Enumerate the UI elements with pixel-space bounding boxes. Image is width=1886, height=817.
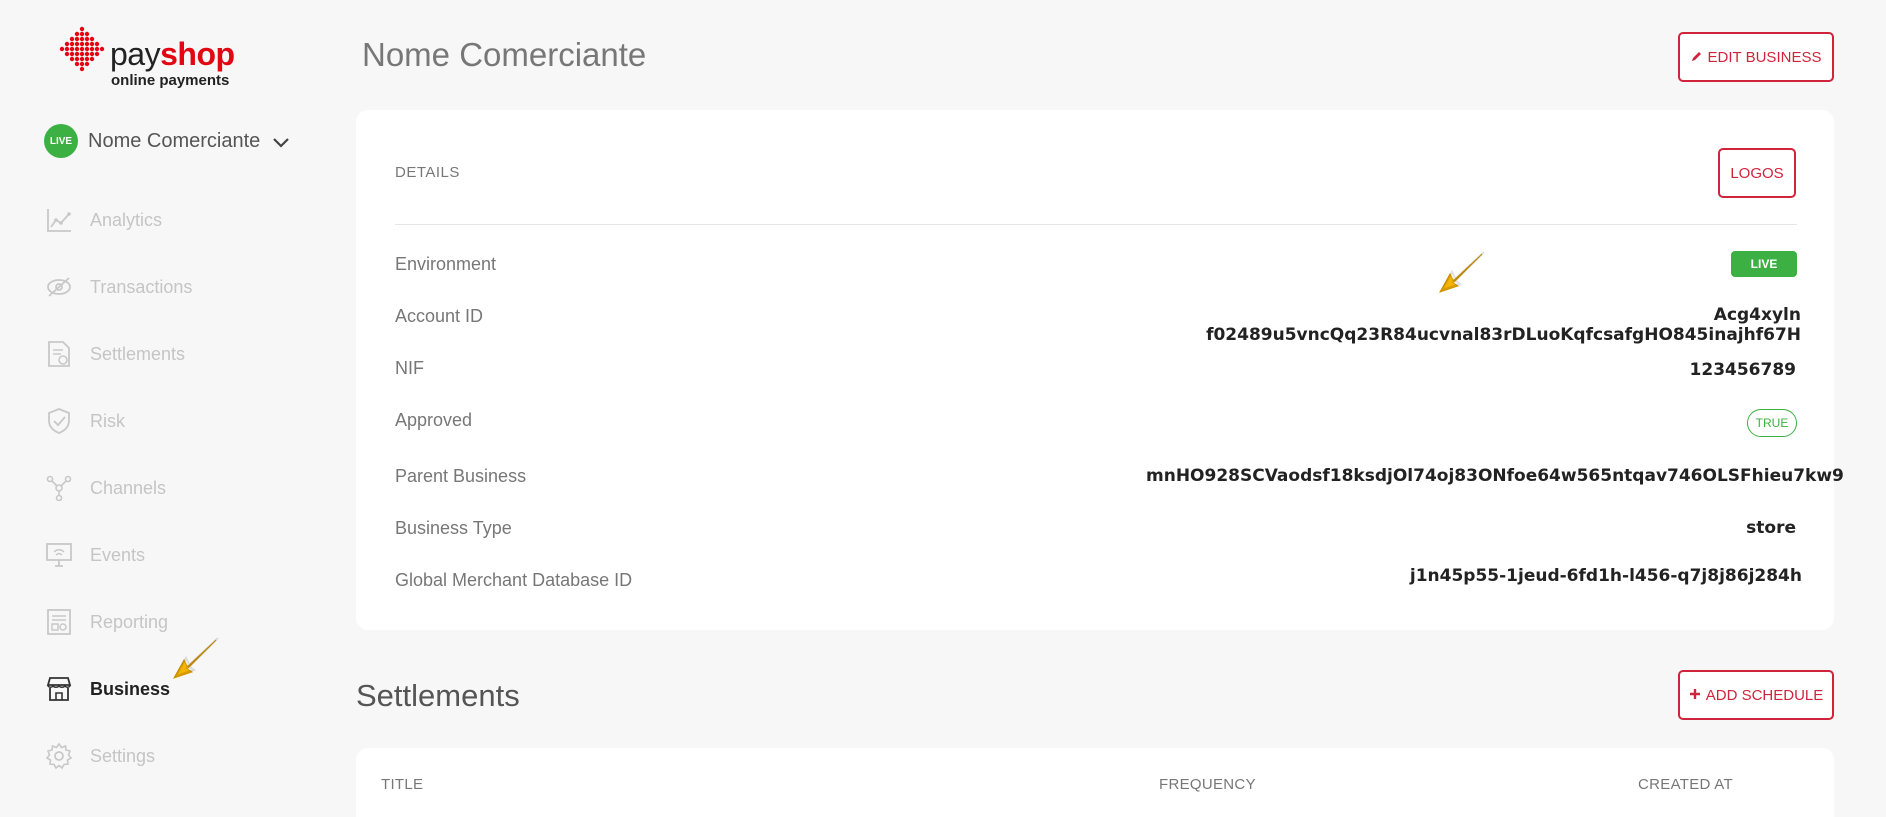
logos-button[interactable]: LOGOS bbox=[1718, 148, 1796, 198]
merchant-name: Nome Comerciante bbox=[88, 129, 261, 152]
approved-true-badge: TRUE bbox=[1747, 409, 1797, 437]
logo-dots-icon bbox=[59, 26, 105, 72]
monitor-icon bbox=[44, 540, 74, 570]
settlements-table: TITLE FREQUENCY CREATED AT bbox=[356, 748, 1834, 817]
sidebar: payshop online payments LIVE Nome Comerc… bbox=[0, 0, 340, 817]
add-schedule-button[interactable]: ADD SCHEDULE bbox=[1678, 670, 1834, 720]
chevron-down-icon bbox=[273, 138, 290, 148]
page-title: Nome Comerciante bbox=[362, 36, 647, 73]
parent-business-value: mnHO928SCVaodsf18ksdjOl74oj83ONfoe64w565… bbox=[1146, 466, 1844, 486]
parent-business-label: Parent Business bbox=[395, 466, 527, 486]
plus-icon bbox=[1689, 687, 1701, 704]
environment-live-badge: LIVE bbox=[1731, 251, 1797, 277]
add-schedule-label: ADD SCHEDULE bbox=[1705, 686, 1824, 704]
column-header-frequency: FREQUENCY bbox=[1159, 776, 1256, 793]
gmd-id-label: Global Merchant Database ID bbox=[395, 570, 633, 590]
sidebar-item-transactions[interactable]: Transactions bbox=[44, 267, 304, 307]
sidebar-item-analytics[interactable]: Analytics bbox=[44, 200, 304, 240]
logo-tagline: online payments bbox=[111, 72, 230, 89]
edit-business-button[interactable]: EDIT BUSINESS bbox=[1678, 32, 1834, 82]
sidebar-item-label: Risk bbox=[90, 410, 125, 431]
business-type-value: store bbox=[1746, 518, 1796, 538]
annotation-arrow-icon bbox=[172, 637, 219, 679]
annotation-arrow-icon bbox=[1438, 251, 1485, 293]
logo-word-shop: shop bbox=[160, 36, 235, 72]
payshop-logo[interactable]: payshop online payments bbox=[58, 26, 238, 92]
column-header-created-at: CREATED AT bbox=[1638, 776, 1733, 793]
sidebar-item-label: Transactions bbox=[90, 276, 193, 297]
chart-line-icon bbox=[44, 205, 74, 235]
sidebar-item-label: Reporting bbox=[90, 611, 169, 632]
approved-label: Approved bbox=[395, 410, 473, 430]
sidebar-item-channels[interactable]: Channels bbox=[44, 468, 304, 508]
sidebar-item-events[interactable]: Events bbox=[44, 535, 304, 575]
settlements-title: Settlements bbox=[356, 678, 520, 713]
pencil-icon bbox=[1691, 49, 1703, 66]
logo-wordmark: payshop bbox=[110, 36, 235, 73]
sidebar-item-label: Events bbox=[90, 544, 146, 565]
merchant-selector[interactable]: LIVE Nome Comerciante bbox=[44, 123, 290, 159]
gear-icon bbox=[44, 741, 74, 771]
details-section-label: DETAILS bbox=[395, 164, 460, 181]
sidebar-item-label: Channels bbox=[90, 477, 167, 498]
shield-check-icon bbox=[44, 406, 74, 436]
account-id-label: Account ID bbox=[395, 306, 484, 326]
sidebar-item-label: Analytics bbox=[90, 209, 163, 230]
store-icon bbox=[44, 674, 74, 704]
gmd-id-value: j1n45p55-1jeud-6fd1h-l456-q7j8j86j284h bbox=[1409, 566, 1802, 586]
divider bbox=[395, 224, 1797, 225]
report-icon bbox=[44, 607, 74, 637]
account-id-value: Acg4xyln f02489u5vncQq23R84ucvnal83rDLuo… bbox=[1206, 305, 1801, 345]
details-card: DETAILS LOGOS Environment LIVE Account I… bbox=[356, 110, 1844, 630]
sidebar-item-label: Settings bbox=[90, 745, 156, 766]
live-status-badge: LIVE bbox=[44, 124, 78, 158]
edit-business-label: EDIT BUSINESS bbox=[1707, 48, 1822, 66]
sidebar-item-label: Business bbox=[90, 678, 171, 699]
nif-label: NIF bbox=[395, 358, 424, 378]
transactions-icon bbox=[44, 272, 74, 302]
sidebar-item-settings[interactable]: Settings bbox=[44, 736, 304, 776]
nif-value: 123456789 bbox=[1689, 360, 1796, 380]
document-icon bbox=[44, 339, 74, 369]
sidebar-item-settlements[interactable]: Settlements bbox=[44, 334, 304, 374]
logo-word-pay: pay bbox=[110, 36, 161, 72]
sidebar-item-risk[interactable]: Risk bbox=[44, 401, 304, 441]
sidebar-item-label: Settlements bbox=[90, 343, 186, 364]
business-type-label: Business Type bbox=[395, 518, 512, 538]
network-icon bbox=[44, 473, 74, 503]
environment-label: Environment bbox=[395, 254, 497, 274]
column-header-title: TITLE bbox=[381, 776, 424, 793]
logos-button-label: LOGOS bbox=[1730, 164, 1784, 182]
